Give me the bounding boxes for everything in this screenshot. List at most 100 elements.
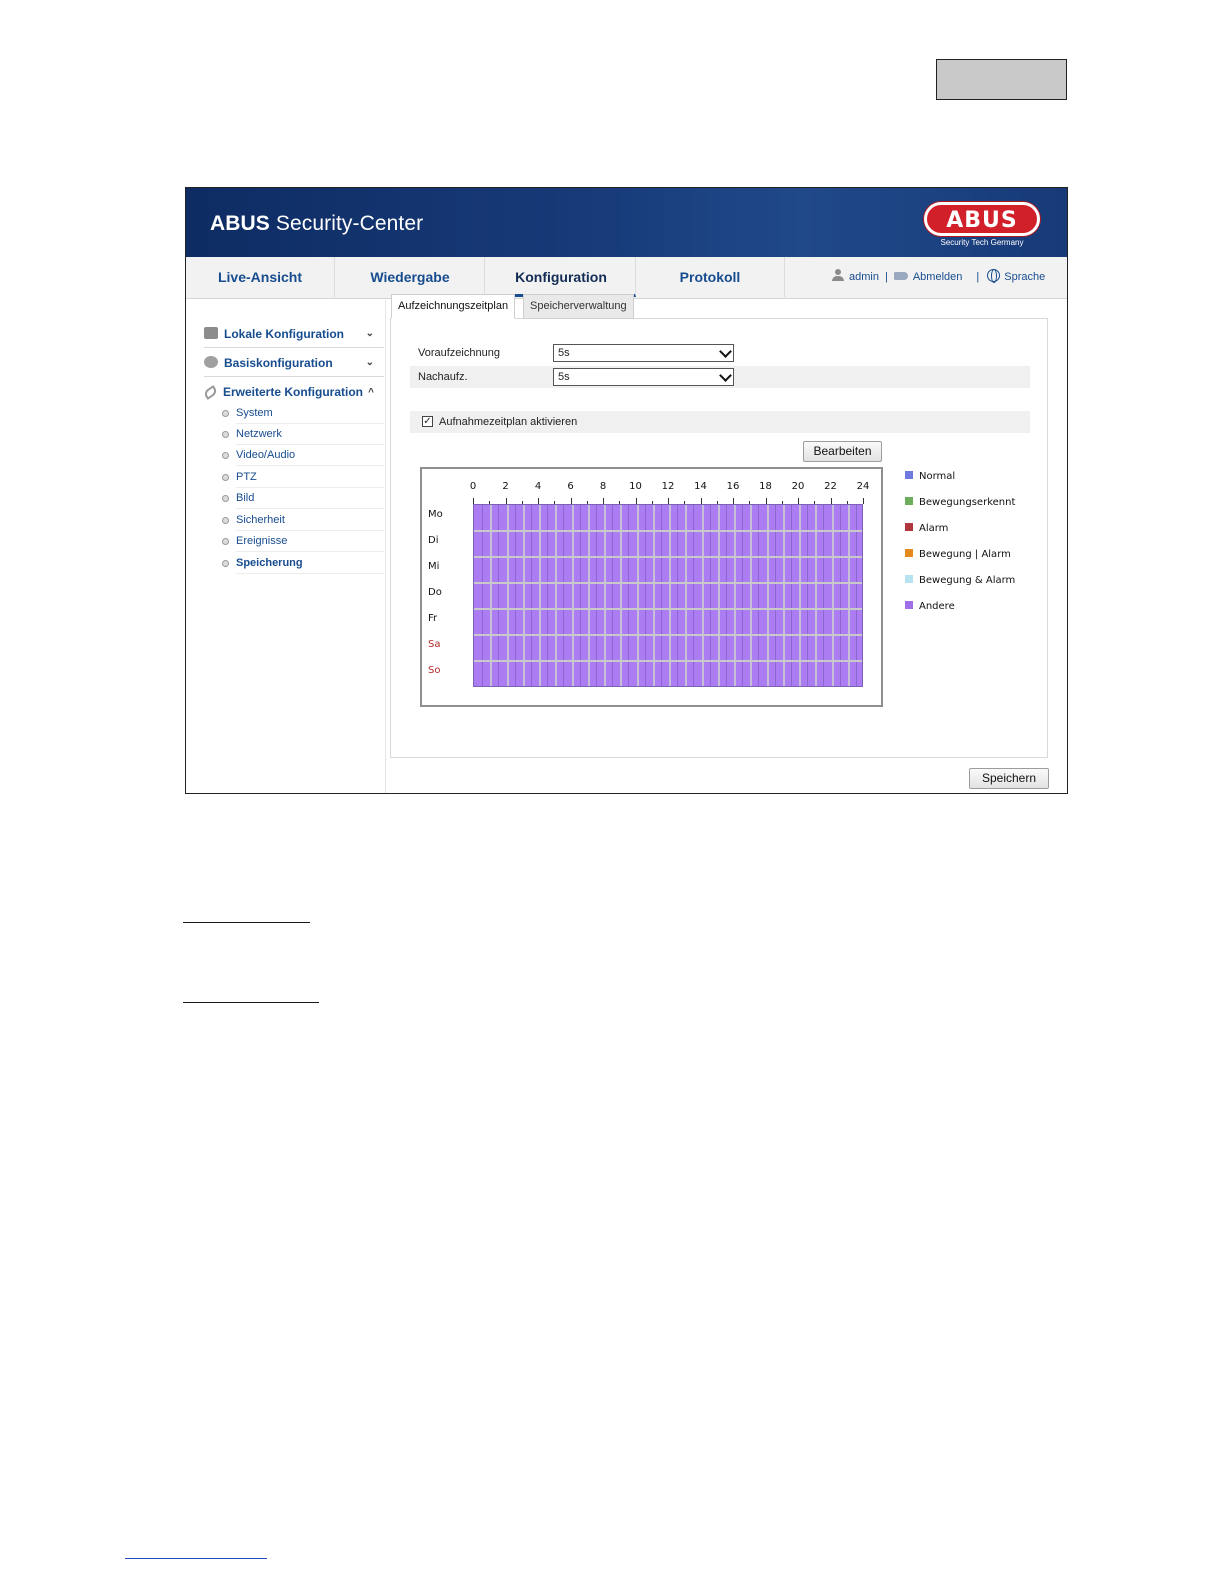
sidebar-item-bild[interactable]: Bild (222, 488, 384, 509)
screenshot-frame: ABUS Security-Center ABUS Security Tech … (185, 187, 1068, 794)
chevron-down-icon: ⌄ (365, 357, 374, 368)
legend-swatch (905, 549, 913, 557)
schedule-grid-panel: 0 2 4 6 8 10 12 14 16 18 20 22 24 Mo Di Mi Do Fr Sa So (420, 467, 883, 707)
sidebar-group-lokale-konfiguration[interactable]: Lokale Konfiguration ⌄ (204, 320, 384, 348)
blank-underline (183, 922, 310, 923)
sidebar-item-system[interactable]: System (222, 403, 384, 424)
hour-tick (554, 501, 556, 504)
chevron-down-icon (719, 345, 732, 358)
hour-tick (635, 498, 637, 504)
sidebar-item-sicherheit[interactable]: Sicherheit (222, 510, 384, 531)
legend-swatch (905, 575, 913, 583)
legend-swatch (905, 601, 913, 609)
hour-tick (603, 498, 604, 504)
grid-row-line (474, 530, 862, 532)
enable-schedule-label: Aufnahmezeitplan aktivieren (439, 416, 578, 428)
grid-row-line (474, 582, 862, 584)
hour-tick (733, 498, 734, 504)
hour-label: 24 (856, 481, 870, 492)
sidebar-item-speicherung[interactable]: Speicherung (222, 553, 384, 574)
hour-tick (863, 498, 864, 504)
hour-tick (619, 501, 621, 504)
hour-tick (749, 501, 751, 504)
user-link[interactable]: admin (849, 271, 879, 283)
day-label-di: Di (428, 535, 439, 546)
tab-aufzeichnungszeitplan[interactable]: Aufzeichnungszeitplan (391, 294, 516, 319)
sidebar-item-ptz[interactable]: PTZ (222, 467, 384, 488)
hour-tick (473, 498, 474, 504)
legend-item: Bewegung & Alarm (905, 575, 1015, 586)
tab-konfiguration[interactable]: Konfiguration (487, 257, 636, 297)
hour-tick (505, 498, 507, 504)
legend-item: Alarm (905, 523, 948, 534)
header-placeholder-box (936, 59, 1067, 100)
sidebar: Lokale Konfiguration ⌄ Basiskonfiguration… (186, 300, 386, 793)
hour-label: 0 (469, 481, 477, 492)
day-label-mi: Mi (428, 561, 440, 572)
grid-row-line (474, 660, 862, 662)
pre-record-select[interactable]: 5s (553, 344, 734, 362)
hour-tick (586, 501, 588, 504)
camera-icon (204, 327, 218, 339)
hour-tick (700, 498, 702, 504)
legend-label: Alarm (919, 523, 949, 534)
footer-link-underline (125, 1558, 267, 1559)
app-title: ABUS Security-Center (210, 212, 424, 235)
legend-item: Bewegung | Alarm (905, 549, 1011, 560)
legend-label: Bewegung & Alarm (919, 575, 1016, 586)
schedule-grid[interactable] (473, 504, 863, 687)
grid-row-line (474, 556, 862, 558)
pre-record-row: Voraufzeichnung 5s (410, 342, 1030, 364)
day-label-do: Do (428, 587, 442, 598)
blank-underline (183, 1002, 319, 1003)
day-label-fr: Fr (428, 613, 438, 624)
main-nav: Live-Ansicht Wiedergabe Konfiguration Pr… (186, 257, 1067, 299)
sidebar-item-video-audio[interactable]: Video/Audio (222, 445, 384, 466)
chevron-down-icon: ⌄ (365, 328, 374, 339)
legend-label: Andere (919, 601, 955, 612)
content-panel: Aufzeichnungszeitplan Speicherverwaltung… (390, 294, 1048, 758)
sidebar-group-erweiterte-konfiguration[interactable]: Erweiterte Konfiguration ^ (202, 378, 384, 406)
tab-live-ansicht[interactable]: Live-Ansicht (186, 257, 335, 297)
legend-swatch (905, 523, 913, 531)
sidebar-group-basiskonfiguration[interactable]: Basiskonfiguration ⌄ (204, 349, 384, 377)
language-link[interactable]: Sprache (1004, 271, 1045, 283)
post-record-label: Nachaufz. (418, 371, 468, 383)
legend-label: Bewegung | Alarm (919, 549, 1011, 560)
hour-label: 20 (791, 481, 805, 492)
post-record-select[interactable]: 5s (553, 368, 734, 386)
hour-label: 4 (534, 481, 542, 492)
app-banner: ABUS Security-Center ABUS Security Tech … (186, 188, 1067, 257)
hour-label: 14 (694, 481, 707, 492)
edit-button[interactable]: Bearbeiten (803, 441, 882, 462)
tab-protokoll[interactable]: Protokoll (636, 257, 785, 297)
hour-tick (781, 501, 783, 504)
hour-tick (521, 501, 523, 504)
wrench-icon (202, 385, 219, 400)
legend-item: Normal (905, 471, 955, 482)
legend-swatch (905, 497, 913, 505)
sidebar-item-ereignisse[interactable]: Ereignisse (222, 531, 384, 552)
hour-tick (765, 498, 767, 504)
enable-schedule-checkbox[interactable]: ✓ (422, 416, 433, 427)
hour-tick (489, 501, 491, 504)
sidebar-item-netzwerk[interactable]: Netzwerk (222, 424, 384, 445)
enable-schedule-row: ✓ Aufnahmezeitplan aktivieren (410, 411, 1030, 433)
hour-label: 6 (567, 481, 574, 492)
hour-tick (651, 501, 653, 504)
grid-row-line (474, 608, 862, 610)
tab-wiedergabe[interactable]: Wiedergabe (336, 257, 485, 297)
hour-tick (814, 501, 816, 504)
legend-label: Normal (919, 471, 956, 482)
post-record-row: Nachaufz. 5s (410, 366, 1030, 388)
hour-label: 12 (661, 481, 675, 492)
save-button[interactable]: Speichern (969, 768, 1049, 789)
hour-label: 22 (824, 481, 837, 492)
hour-tick (846, 501, 848, 504)
logout-link[interactable]: Abmelden (913, 271, 963, 283)
chevron-down-icon (719, 369, 732, 382)
hour-label: 8 (599, 481, 607, 492)
day-label-so: So (428, 665, 441, 676)
tab-speicherverwaltung[interactable]: Speicherverwaltung (523, 294, 634, 319)
gear-icon (204, 356, 218, 368)
